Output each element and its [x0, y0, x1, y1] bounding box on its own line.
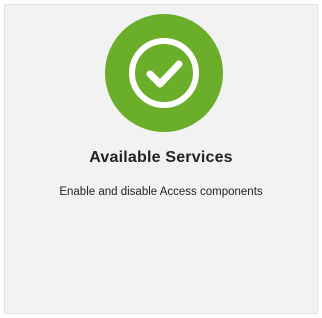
check-icon [105, 14, 223, 132]
check-circle-icon [105, 14, 223, 132]
card-title: Available Services [89, 149, 233, 166]
card-description: Enable and disable Access components [59, 186, 263, 198]
available-services-card[interactable]: Available Services Enable and disable Ac… [4, 4, 318, 314]
